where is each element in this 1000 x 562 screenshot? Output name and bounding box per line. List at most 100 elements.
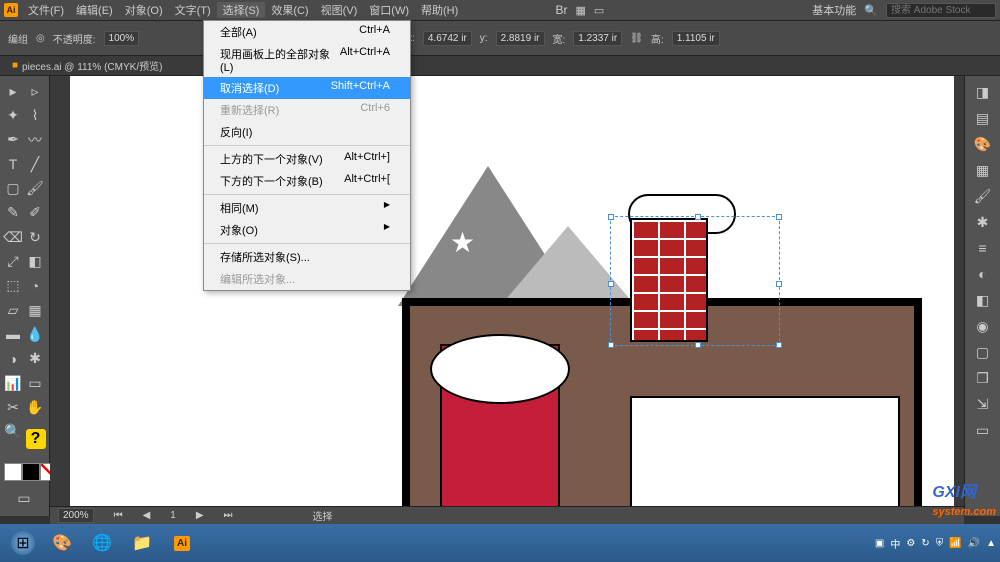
tray-icon-2[interactable]: ⚙ xyxy=(906,538,915,549)
menu-save-selection[interactable]: 存储所选对象(S)... xyxy=(204,246,410,268)
transparency-panel-icon[interactable]: ◧ xyxy=(969,288,997,312)
y-field[interactable]: 2.8819 ir xyxy=(496,31,545,46)
pen-tool-icon[interactable]: ✒ xyxy=(2,129,24,151)
menu-same[interactable]: 相同(M) xyxy=(204,197,410,219)
menu-effect[interactable]: 效果(C) xyxy=(265,2,314,18)
target-icon[interactable]: ◎ xyxy=(36,33,45,44)
artboard-number[interactable]: 1 xyxy=(170,510,176,521)
layers-panel-icon[interactable]: ❐ xyxy=(969,366,997,390)
canvas[interactable]: ★ xyxy=(50,76,964,516)
blend-tool-icon[interactable]: ◑ xyxy=(2,348,24,370)
menu-next-above[interactable]: 上方的下一个对象(V)Alt+Ctrl+] xyxy=(204,148,410,170)
nav-prev-icon[interactable]: ◀ xyxy=(143,510,151,521)
perspective-tool-icon[interactable]: ▱ xyxy=(2,299,24,321)
swatches-panel-icon[interactable]: ▦ xyxy=(969,158,997,182)
nav-next-icon[interactable]: ▶ xyxy=(196,510,204,521)
menu-select-all[interactable]: 全部(A)Ctrl+A xyxy=(204,21,410,43)
selection-bounding-box[interactable] xyxy=(610,216,780,346)
start-button[interactable]: ⊞ xyxy=(4,528,42,558)
shape-builder-tool-icon[interactable]: ◔ xyxy=(24,275,46,297)
taskbar-illustrator-icon[interactable]: Ai xyxy=(163,528,201,558)
tray-icon-4[interactable]: ⛨ xyxy=(936,538,944,549)
workspace-switcher[interactable]: 基本功能 xyxy=(812,2,856,18)
taskbar-paint-icon[interactable]: 🎨 xyxy=(43,528,81,558)
color-panel-icon[interactable]: 🎨 xyxy=(969,132,997,156)
appearance-panel-icon[interactable]: ◉ xyxy=(969,314,997,338)
free-transform-tool-icon[interactable]: ⬚ xyxy=(2,275,24,297)
menu-object[interactable]: 对象(O) xyxy=(119,2,169,18)
menu-help[interactable]: 帮助(H) xyxy=(415,2,464,18)
screen-mode-icon[interactable]: ▭ xyxy=(2,488,46,510)
fill-swatch[interactable] xyxy=(4,463,22,481)
help-icon[interactable]: ? xyxy=(26,429,46,449)
menu-inverse[interactable]: 反向(I) xyxy=(204,121,410,143)
menu-edit-selection: 编辑所选对象... xyxy=(204,268,410,290)
opacity-field[interactable]: 100% xyxy=(104,31,140,46)
arrange-icon[interactable]: ▭ xyxy=(594,4,604,17)
stroke-panel-icon[interactable]: ≡ xyxy=(969,236,997,260)
symbol-sprayer-tool-icon[interactable]: ✱ xyxy=(24,348,46,370)
rotate-tool-icon[interactable]: ↻ xyxy=(24,226,46,248)
tray-network-icon[interactable]: 📶 xyxy=(949,538,961,549)
tray-ime-icon[interactable]: 中 xyxy=(890,536,900,551)
hand-tool-icon[interactable]: ✋ xyxy=(24,396,46,418)
lasso-tool-icon[interactable]: ⌇ xyxy=(24,104,46,126)
symbols-panel-icon[interactable]: ✱ xyxy=(969,210,997,234)
menu-text[interactable]: 文字(T) xyxy=(169,2,217,18)
menu-view[interactable]: 视图(V) xyxy=(315,2,364,18)
type-tool-icon[interactable]: T xyxy=(2,153,24,175)
properties-panel-icon[interactable]: ◨ xyxy=(969,80,997,104)
menu-edit[interactable]: 编辑(E) xyxy=(70,2,119,18)
adobe-stock-search[interactable] xyxy=(886,3,996,18)
nav-last-icon[interactable]: ⏭ xyxy=(224,510,233,521)
h-field[interactable]: 1.1105 ir xyxy=(672,31,720,46)
width-tool-icon[interactable]: ◧ xyxy=(24,250,46,272)
asset-export-panel-icon[interactable]: ⇲ xyxy=(969,392,997,416)
grid-icon[interactable]: ▦ xyxy=(575,4,585,17)
nav-first-icon[interactable]: ⏮ xyxy=(114,510,123,521)
curvature-tool-icon[interactable]: 〰 xyxy=(24,129,46,151)
menu-next-below[interactable]: 下方的下一个对象(B)Alt+Ctrl+[ xyxy=(204,170,410,192)
bridge-icon[interactable]: Br xyxy=(555,3,567,17)
taskbar-browser-icon[interactable]: 🌐 xyxy=(83,528,121,558)
gradient-tool-icon[interactable]: ▬ xyxy=(2,323,24,345)
mesh-tool-icon[interactable]: ▦ xyxy=(24,299,46,321)
eyedropper-tool-icon[interactable]: 💧 xyxy=(24,323,46,345)
w-field[interactable]: 1.2337 ir xyxy=(573,31,622,46)
menu-select-all-on-artboard[interactable]: 现用画板上的全部对象(L)Alt+Ctrl+A xyxy=(204,43,410,77)
tray-icon-1[interactable]: ▣ xyxy=(875,538,884,549)
menu-window[interactable]: 窗口(W) xyxy=(363,2,415,18)
artboards-panel-icon[interactable]: ▭ xyxy=(969,418,997,442)
scale-tool-icon[interactable]: ⤢ xyxy=(2,250,24,272)
stroke-swatch[interactable] xyxy=(22,463,40,481)
direct-selection-tool-icon[interactable]: ▹ xyxy=(24,80,46,102)
document-tab[interactable]: ■ pieces.ai @ 111% (CMYK/预览) xyxy=(0,56,1000,76)
x-field[interactable]: 4.6742 ir xyxy=(423,31,472,46)
paintbrush-tool-icon[interactable]: 🖌 xyxy=(24,177,46,199)
zoom-tool-icon[interactable]: 🔍 xyxy=(2,421,24,443)
libraries-panel-icon[interactable]: ▤ xyxy=(969,106,997,130)
menu-deselect[interactable]: 取消选择(D)Shift+Ctrl+A xyxy=(204,77,410,99)
link-icon[interactable]: ⛓ xyxy=(630,33,643,44)
graphic-styles-panel-icon[interactable]: ▢ xyxy=(969,340,997,364)
slice-tool-icon[interactable]: ✂ xyxy=(2,396,24,418)
taskbar-explorer-icon[interactable]: 📁 xyxy=(123,528,161,558)
menu-select[interactable]: 选择(S) xyxy=(217,2,266,18)
tray-volume-icon[interactable]: 🔊 xyxy=(968,538,980,549)
menu-object-submenu[interactable]: 对象(O) xyxy=(204,219,410,241)
column-graph-tool-icon[interactable]: 📊 xyxy=(2,372,24,394)
line-tool-icon[interactable]: ╱ xyxy=(24,153,46,175)
gradient-panel-icon[interactable]: ◐ xyxy=(969,262,997,286)
selection-tool-icon[interactable]: ▸ xyxy=(2,80,24,102)
brushes-panel-icon[interactable]: 🖌 xyxy=(969,184,997,208)
eraser-tool-icon[interactable]: ⌫ xyxy=(2,226,24,248)
pencil-tool-icon[interactable]: ✎ xyxy=(2,202,24,224)
magic-wand-tool-icon[interactable]: ✦ xyxy=(2,104,24,126)
tray-action-center-icon[interactable]: ▲ xyxy=(986,538,996,549)
zoom-level[interactable]: 200% xyxy=(58,508,94,523)
artboard-tool-icon[interactable]: ▭ xyxy=(24,372,46,394)
shaper-tool-icon[interactable]: ✐ xyxy=(24,202,46,224)
tray-icon-3[interactable]: ↻ xyxy=(921,538,929,549)
menu-file[interactable]: 文件(F) xyxy=(22,2,70,18)
rectangle-tool-icon[interactable]: ▢ xyxy=(2,177,24,199)
